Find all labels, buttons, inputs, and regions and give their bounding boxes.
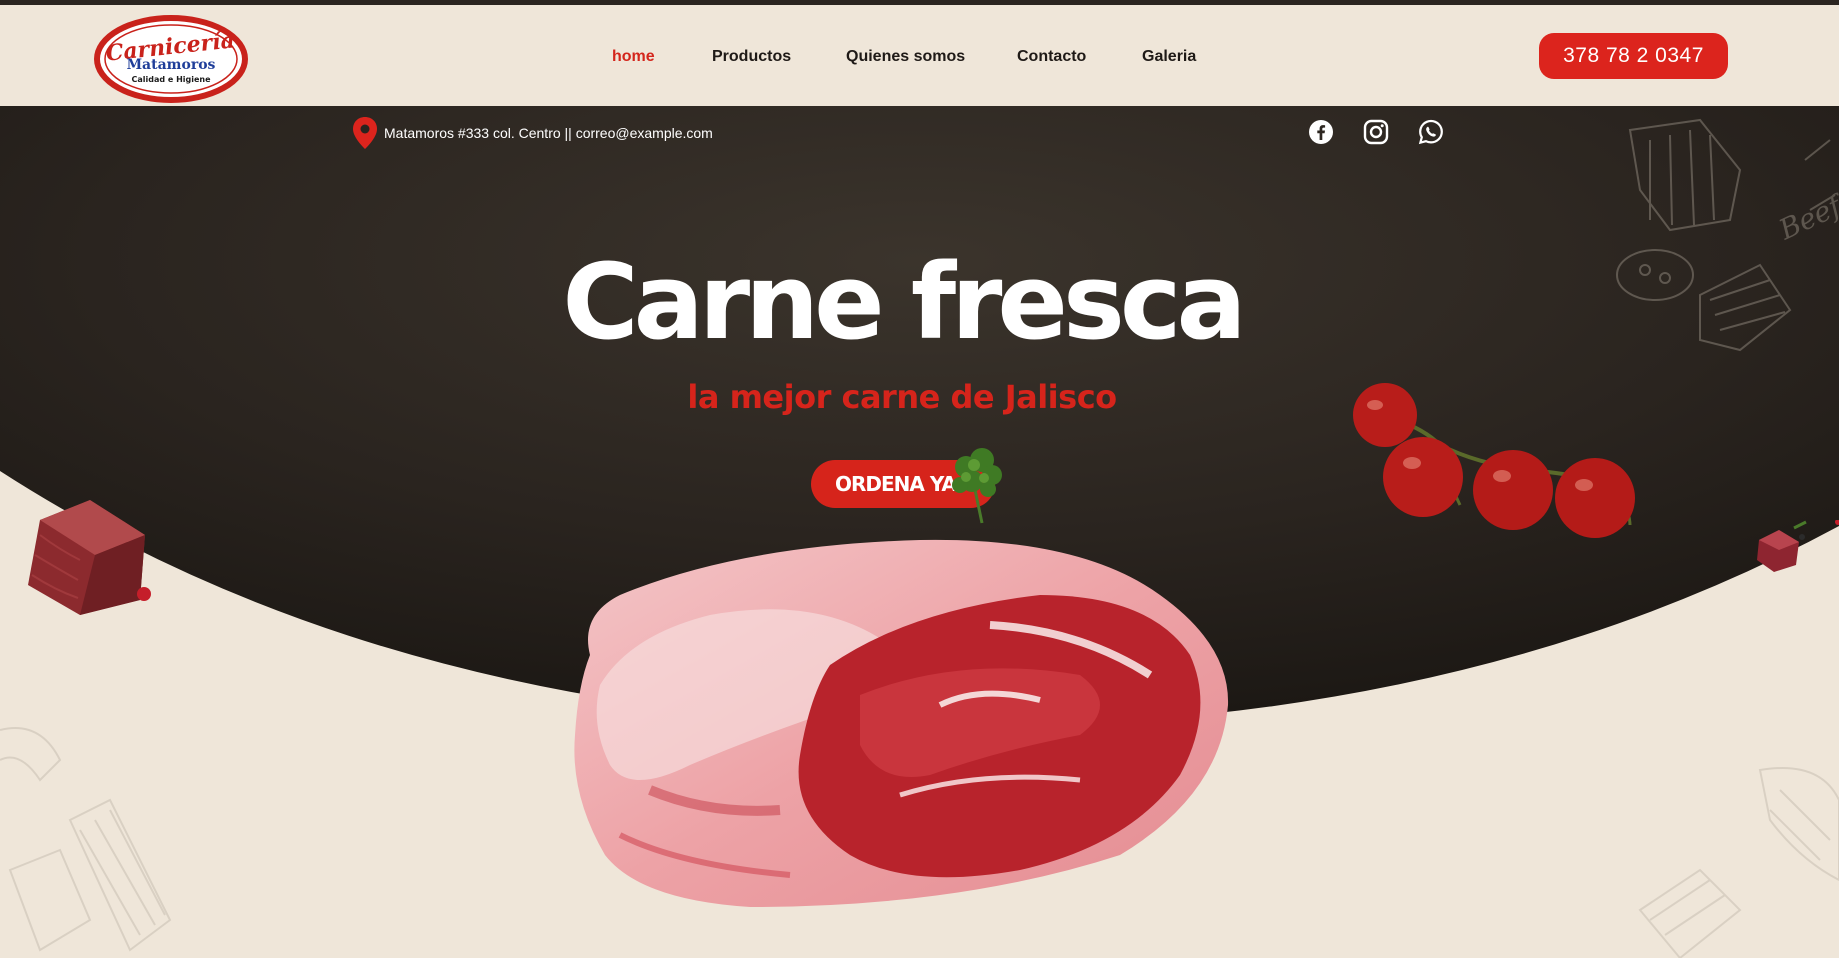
nav-item-contacto[interactable]: Contacto	[1017, 48, 1086, 66]
whatsapp-icon[interactable]	[1418, 119, 1444, 145]
location-pin-icon	[352, 116, 378, 150]
nav-item-productos[interactable]: Productos	[712, 48, 791, 66]
sketch-label: Beef	[1773, 187, 1839, 246]
nav-item-home[interactable]: home	[612, 48, 655, 66]
wings-sketch-decoration	[1638, 767, 1839, 958]
hero-headline: Carne fresca	[562, 241, 1246, 363]
ribs-sketch-decoration	[0, 727, 172, 952]
cherry-tomatoes-image	[1353, 383, 1635, 538]
facebook-icon[interactable]	[1308, 119, 1334, 145]
nav-item-galeria[interactable]: Galeria	[1142, 48, 1196, 66]
meat-cube-left-image	[28, 500, 151, 615]
address-email-text: Matamoros #333 col. Centro || correo@exa…	[384, 125, 713, 141]
ribeye-meat-image	[574, 539, 1229, 907]
instagram-icon[interactable]	[1363, 119, 1389, 145]
nav-item-quienes-somos[interactable]: Quienes somos	[846, 48, 965, 66]
parsley-garnish	[952, 448, 1002, 524]
meat-cube-right-image	[1757, 520, 1839, 572]
phone-button[interactable]: 378 78 2 0347	[1539, 33, 1728, 79]
site-header: Carnicería Matamoros Calidad e Higiene h…	[0, 5, 1839, 106]
contact-info-bar: Matamoros #333 col. Centro || correo@exa…	[352, 116, 713, 150]
